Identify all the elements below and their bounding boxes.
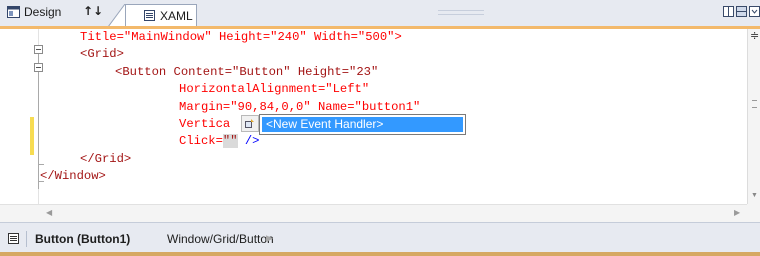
window-bottom-accent	[0, 252, 760, 256]
code-line: <Button Content="Button" Height="23"	[40, 64, 378, 81]
code-line: Title="MainWindow" Height="240" Width="5…	[40, 29, 402, 46]
code-text: </Window>	[40, 169, 106, 183]
swap-panes-button[interactable]: ↑↓	[83, 4, 103, 18]
selected-element-label[interactable]: Button (Button1)	[35, 232, 130, 246]
view-tab-strip: Design ↑↓ XAML	[0, 0, 760, 27]
code-line: Vertica	[40, 116, 230, 133]
xaml-view-icon	[144, 10, 155, 21]
code-line: <Grid>	[40, 46, 124, 63]
code-line: Click="" />	[40, 133, 259, 150]
code-text: <Grid>	[80, 47, 124, 61]
event-handler-icon[interactable]	[241, 115, 259, 132]
split-horizontal-icon[interactable]	[736, 6, 747, 17]
status-bar: Button (Button1) Window/Grid/Button ▶	[0, 222, 760, 256]
code-text: Title="MainWindow" Height="240" Width="5…	[80, 30, 402, 44]
scroll-thumb[interactable]	[752, 100, 757, 108]
tab-xaml-label: XAML	[160, 8, 193, 23]
scroll-down-icon[interactable]: ▼	[751, 192, 758, 199]
split-handle-icon[interactable]: ≑	[750, 29, 759, 42]
code-text: />	[237, 134, 260, 148]
design-view-icon	[7, 6, 20, 18]
status-divider	[26, 231, 27, 247]
document-outline-icon[interactable]	[8, 233, 19, 244]
change-marker	[30, 117, 34, 155]
scrollbar-corner	[747, 204, 760, 222]
split-vertical-icon[interactable]	[723, 6, 734, 17]
element-path-breadcrumb[interactable]: Window/Grid/Button	[167, 232, 274, 246]
code-text: Click=	[179, 134, 223, 148]
code-text-selected: ""	[222, 134, 238, 148]
scroll-right-icon[interactable]: ▶	[734, 208, 740, 217]
code-line: HorizontalAlignment="Left"	[40, 81, 369, 98]
tab-xaml[interactable]: XAML	[125, 4, 197, 26]
horizontal-scrollbar[interactable]: ◀ ▶	[0, 204, 747, 222]
collapse-pane-icon[interactable]	[749, 6, 760, 17]
splitter-grip[interactable]	[438, 10, 484, 15]
breadcrumb-arrow-icon[interactable]: ▶	[266, 233, 273, 244]
code-text: Margin="90,84,0,0" Name="button1"	[179, 100, 421, 114]
intellisense-item-new-event-handler[interactable]: <New Event Handler>	[262, 117, 463, 132]
code-text: HorizontalAlignment="Left"	[179, 82, 370, 96]
code-line: </Window>	[40, 168, 106, 185]
tab-design-label: Design	[24, 5, 62, 19]
intellisense-popup: <New Event Handler>	[259, 114, 466, 135]
code-text: Vertica	[179, 117, 231, 131]
code-line: </Grid>	[40, 151, 131, 168]
scroll-left-icon[interactable]: ◀	[46, 208, 52, 217]
tab-design[interactable]: Design	[7, 2, 61, 22]
vertical-scrollbar[interactable]: ≑ ▼	[747, 29, 760, 204]
code-text: <Button Content="Button" Height="23"	[115, 65, 379, 79]
code-text: </Grid>	[80, 152, 132, 166]
